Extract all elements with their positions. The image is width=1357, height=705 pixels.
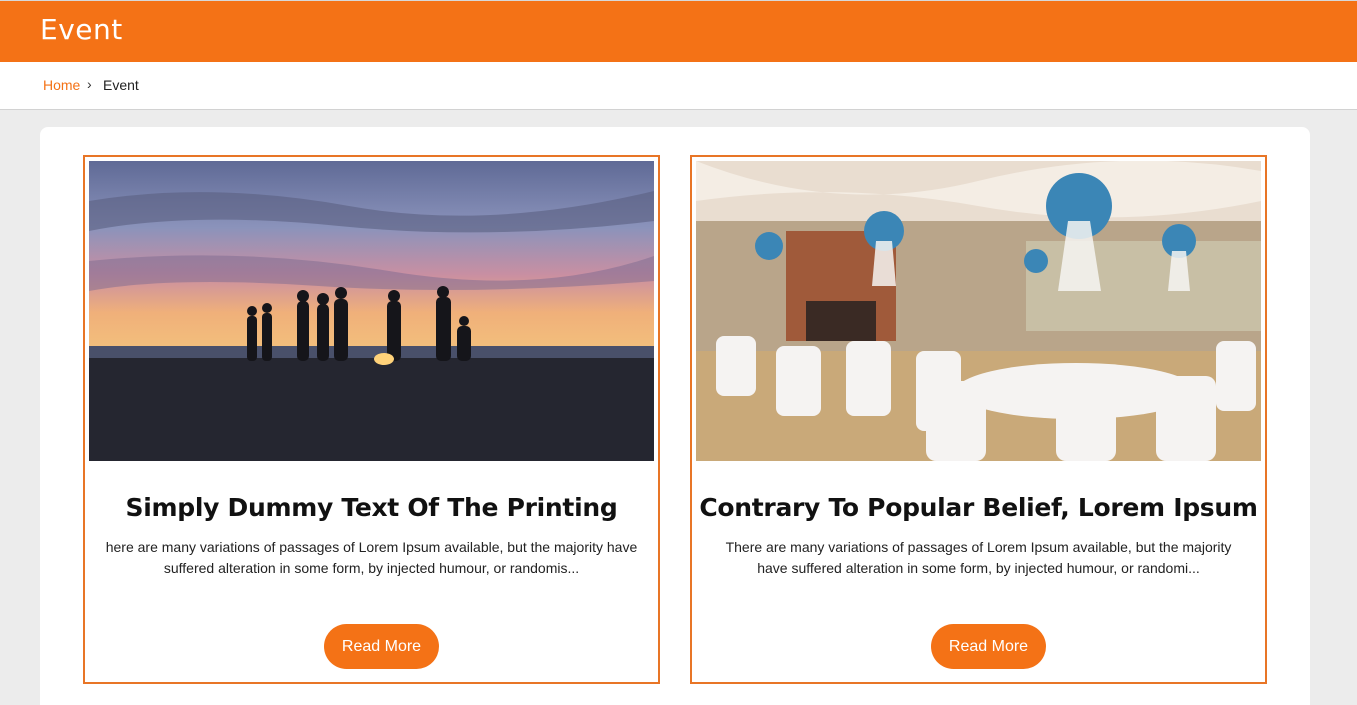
- page-header: Event: [0, 0, 1357, 62]
- read-more-button[interactable]: Read More: [324, 624, 439, 669]
- page-title: Event: [40, 13, 123, 46]
- breadcrumb-home-link[interactable]: Home: [43, 77, 80, 93]
- event-title[interactable]: Simply Dummy Text Of The Printing: [85, 493, 658, 522]
- breadcrumb-current: Event: [103, 77, 139, 93]
- chevron-right-icon: ›: [87, 76, 92, 92]
- event-card: Contrary To Popular Belief, Lorem Ipsum …: [690, 155, 1267, 684]
- event-description: There are many variations of passages of…: [725, 539, 1232, 576]
- event-description: here are many variations of passages of …: [105, 539, 638, 576]
- event-title[interactable]: Contrary To Popular Belief, Lorem Ipsum: [692, 493, 1265, 522]
- event-image-beach[interactable]: [89, 161, 654, 461]
- event-card: Simply Dummy Text Of The Printing here a…: [83, 155, 660, 684]
- event-image-hall[interactable]: [696, 161, 1261, 461]
- read-more-button[interactable]: Read More: [931, 624, 1046, 669]
- breadcrumb: Home › Event: [0, 62, 1357, 110]
